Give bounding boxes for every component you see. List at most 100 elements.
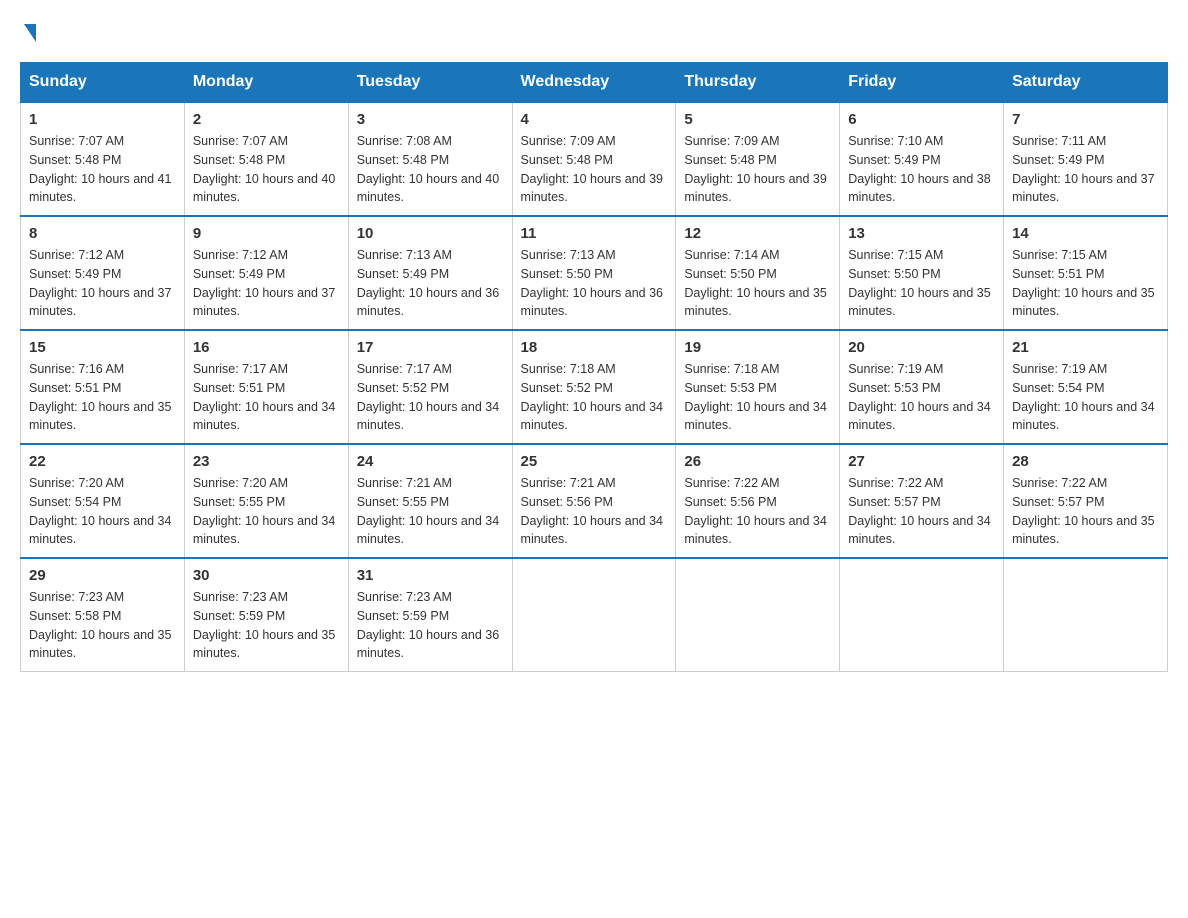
- day-number: 24: [357, 453, 504, 470]
- weekday-header-monday: Monday: [184, 63, 348, 103]
- day-number: 3: [357, 111, 504, 128]
- day-info: Sunrise: 7:21 AMSunset: 5:55 PMDaylight:…: [357, 474, 504, 549]
- calendar-cell: 24 Sunrise: 7:21 AMSunset: 5:55 PMDayligh…: [348, 444, 512, 558]
- calendar-cell: 4 Sunrise: 7:09 AMSunset: 5:48 PMDaylight…: [512, 102, 676, 216]
- day-info: Sunrise: 7:07 AMSunset: 5:48 PMDaylight:…: [193, 132, 340, 207]
- day-number: 10: [357, 225, 504, 242]
- weekday-header-thursday: Thursday: [676, 63, 840, 103]
- day-number: 2: [193, 111, 340, 128]
- calendar-week-row: 1 Sunrise: 7:07 AMSunset: 5:48 PMDaylight…: [21, 102, 1168, 216]
- calendar-cell: 13 Sunrise: 7:15 AMSunset: 5:50 PMDayligh…: [840, 216, 1004, 330]
- calendar-cell: 19 Sunrise: 7:18 AMSunset: 5:53 PMDayligh…: [676, 330, 840, 444]
- calendar-cell: [676, 558, 840, 672]
- day-number: 19: [684, 339, 831, 356]
- calendar-cell: 3 Sunrise: 7:08 AMSunset: 5:48 PMDaylight…: [348, 102, 512, 216]
- day-number: 1: [29, 111, 176, 128]
- day-info: Sunrise: 7:15 AMSunset: 5:51 PMDaylight:…: [1012, 246, 1159, 321]
- weekday-header-sunday: Sunday: [21, 63, 185, 103]
- day-info: Sunrise: 7:10 AMSunset: 5:49 PMDaylight:…: [848, 132, 995, 207]
- day-info: Sunrise: 7:23 AMSunset: 5:59 PMDaylight:…: [193, 588, 340, 663]
- day-number: 11: [521, 225, 668, 242]
- calendar-cell: 5 Sunrise: 7:09 AMSunset: 5:48 PMDaylight…: [676, 102, 840, 216]
- calendar-cell: [1004, 558, 1168, 672]
- day-number: 29: [29, 567, 176, 584]
- calendar-cell: 11 Sunrise: 7:13 AMSunset: 5:50 PMDayligh…: [512, 216, 676, 330]
- calendar-cell: 26 Sunrise: 7:22 AMSunset: 5:56 PMDayligh…: [676, 444, 840, 558]
- calendar-cell: 22 Sunrise: 7:20 AMSunset: 5:54 PMDayligh…: [21, 444, 185, 558]
- calendar-cell: 28Sunrise: 7:22 AMSunset: 5:57 PMDayligh…: [1004, 444, 1168, 558]
- day-number: 16: [193, 339, 340, 356]
- calendar-cell: 25 Sunrise: 7:21 AMSunset: 5:56 PMDayligh…: [512, 444, 676, 558]
- calendar-header-row: SundayMondayTuesdayWednesdayThursdayFrid…: [21, 63, 1168, 103]
- day-info: Sunrise: 7:12 AMSunset: 5:49 PMDaylight:…: [193, 246, 340, 321]
- day-info: Sunrise: 7:16 AMSunset: 5:51 PMDaylight:…: [29, 360, 176, 435]
- weekday-header-tuesday: Tuesday: [348, 63, 512, 103]
- day-number: 13: [848, 225, 995, 242]
- day-info: Sunrise: 7:18 AMSunset: 5:53 PMDaylight:…: [684, 360, 831, 435]
- calendar-cell: [512, 558, 676, 672]
- calendar-cell: 16 Sunrise: 7:17 AMSunset: 5:51 PMDayligh…: [184, 330, 348, 444]
- logo-arrow-icon: [24, 24, 36, 42]
- calendar-cell: 21 Sunrise: 7:19 AMSunset: 5:54 PMDayligh…: [1004, 330, 1168, 444]
- calendar-cell: 23 Sunrise: 7:20 AMSunset: 5:55 PMDayligh…: [184, 444, 348, 558]
- calendar-cell: 10Sunrise: 7:13 AMSunset: 5:49 PMDayligh…: [348, 216, 512, 330]
- day-number: 30: [193, 567, 340, 584]
- day-info: Sunrise: 7:18 AMSunset: 5:52 PMDaylight:…: [521, 360, 668, 435]
- day-info: Sunrise: 7:20 AMSunset: 5:55 PMDaylight:…: [193, 474, 340, 549]
- day-info: Sunrise: 7:22 AMSunset: 5:57 PMDaylight:…: [848, 474, 995, 549]
- day-info: Sunrise: 7:09 AMSunset: 5:48 PMDaylight:…: [521, 132, 668, 207]
- day-info: Sunrise: 7:23 AMSunset: 5:59 PMDaylight:…: [357, 588, 504, 663]
- calendar-cell: 2 Sunrise: 7:07 AMSunset: 5:48 PMDaylight…: [184, 102, 348, 216]
- calendar-cell: [840, 558, 1004, 672]
- day-info: Sunrise: 7:11 AMSunset: 5:49 PMDaylight:…: [1012, 132, 1159, 207]
- calendar-cell: 18 Sunrise: 7:18 AMSunset: 5:52 PMDayligh…: [512, 330, 676, 444]
- day-number: 18: [521, 339, 668, 356]
- day-number: 23: [193, 453, 340, 470]
- day-info: Sunrise: 7:13 AMSunset: 5:50 PMDaylight:…: [521, 246, 668, 321]
- day-number: 9: [193, 225, 340, 242]
- calendar-week-row: 8Sunrise: 7:12 AMSunset: 5:49 PMDaylight…: [21, 216, 1168, 330]
- day-info: Sunrise: 7:23 AMSunset: 5:58 PMDaylight:…: [29, 588, 176, 663]
- day-number: 17: [357, 339, 504, 356]
- day-info: Sunrise: 7:22 AMSunset: 5:56 PMDaylight:…: [684, 474, 831, 549]
- day-number: 4: [521, 111, 668, 128]
- day-info: Sunrise: 7:17 AMSunset: 5:52 PMDaylight:…: [357, 360, 504, 435]
- day-number: 5: [684, 111, 831, 128]
- day-number: 21: [1012, 339, 1159, 356]
- day-number: 26: [684, 453, 831, 470]
- calendar-cell: 1 Sunrise: 7:07 AMSunset: 5:48 PMDaylight…: [21, 102, 185, 216]
- day-info: Sunrise: 7:20 AMSunset: 5:54 PMDaylight:…: [29, 474, 176, 549]
- calendar-cell: 6Sunrise: 7:10 AMSunset: 5:49 PMDaylight…: [840, 102, 1004, 216]
- day-info: Sunrise: 7:08 AMSunset: 5:48 PMDaylight:…: [357, 132, 504, 207]
- weekday-header-wednesday: Wednesday: [512, 63, 676, 103]
- calendar-cell: 17 Sunrise: 7:17 AMSunset: 5:52 PMDayligh…: [348, 330, 512, 444]
- day-number: 12: [684, 225, 831, 242]
- calendar-cell: 14 Sunrise: 7:15 AMSunset: 5:51 PMDayligh…: [1004, 216, 1168, 330]
- day-number: 20: [848, 339, 995, 356]
- calendar-cell: 20 Sunrise: 7:19 AMSunset: 5:53 PMDayligh…: [840, 330, 1004, 444]
- logo: [20, 20, 36, 42]
- day-info: Sunrise: 7:19 AMSunset: 5:53 PMDaylight:…: [848, 360, 995, 435]
- calendar-cell: 30 Sunrise: 7:23 AMSunset: 5:59 PMDayligh…: [184, 558, 348, 672]
- weekday-header-friday: Friday: [840, 63, 1004, 103]
- day-info: Sunrise: 7:19 AMSunset: 5:54 PMDaylight:…: [1012, 360, 1159, 435]
- day-info: Sunrise: 7:21 AMSunset: 5:56 PMDaylight:…: [521, 474, 668, 549]
- day-number: 25: [521, 453, 668, 470]
- day-number: 14: [1012, 225, 1159, 242]
- day-number: 31: [357, 567, 504, 584]
- calendar-cell: 29 Sunrise: 7:23 AMSunset: 5:58 PMDayligh…: [21, 558, 185, 672]
- calendar-week-row: 22 Sunrise: 7:20 AMSunset: 5:54 PMDayligh…: [21, 444, 1168, 558]
- day-info: Sunrise: 7:07 AMSunset: 5:48 PMDaylight:…: [29, 132, 176, 207]
- day-info: Sunrise: 7:17 AMSunset: 5:51 PMDaylight:…: [193, 360, 340, 435]
- day-number: 15: [29, 339, 176, 356]
- day-number: 7: [1012, 111, 1159, 128]
- day-info: Sunrise: 7:22 AMSunset: 5:57 PMDaylight:…: [1012, 474, 1159, 549]
- day-info: Sunrise: 7:09 AMSunset: 5:48 PMDaylight:…: [684, 132, 831, 207]
- day-info: Sunrise: 7:15 AMSunset: 5:50 PMDaylight:…: [848, 246, 995, 321]
- calendar-cell: 15 Sunrise: 7:16 AMSunset: 5:51 PMDayligh…: [21, 330, 185, 444]
- calendar-cell: 31 Sunrise: 7:23 AMSunset: 5:59 PMDayligh…: [348, 558, 512, 672]
- day-info: Sunrise: 7:12 AMSunset: 5:49 PMDaylight:…: [29, 246, 176, 321]
- calendar-week-row: 29 Sunrise: 7:23 AMSunset: 5:58 PMDayligh…: [21, 558, 1168, 672]
- day-number: 22: [29, 453, 176, 470]
- calendar-cell: 12Sunrise: 7:14 AMSunset: 5:50 PMDayligh…: [676, 216, 840, 330]
